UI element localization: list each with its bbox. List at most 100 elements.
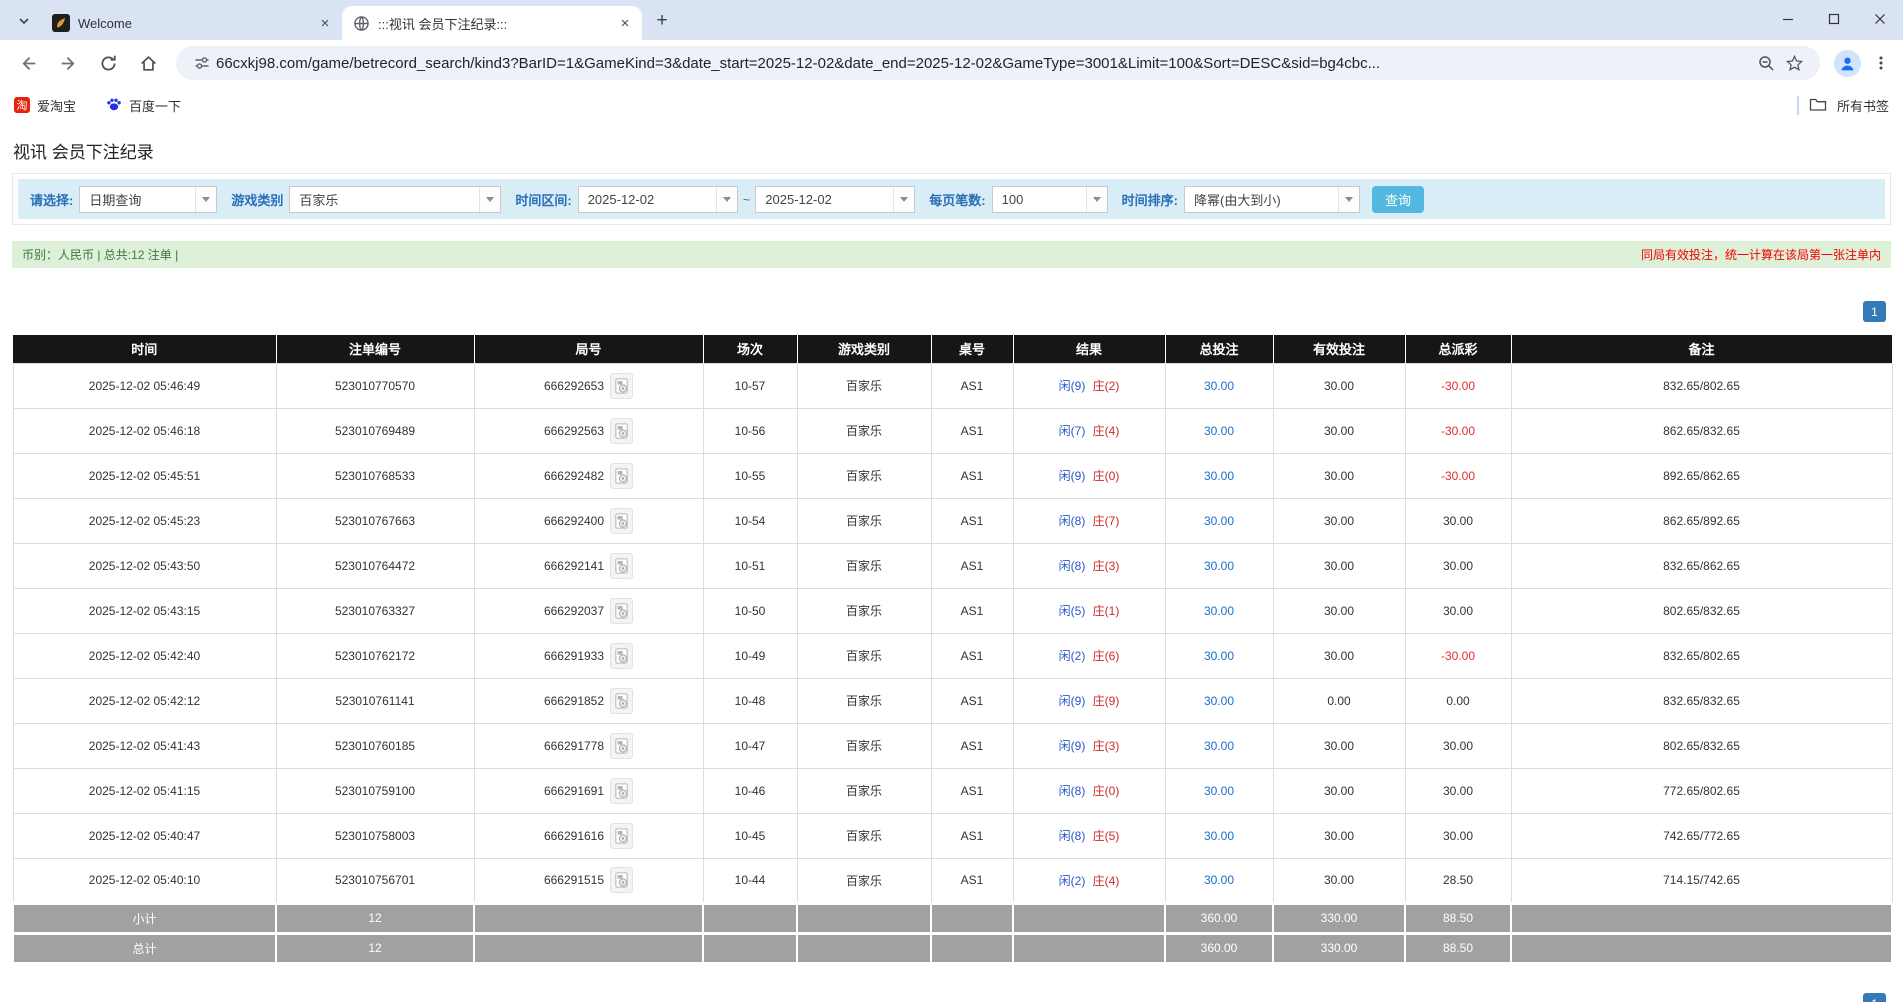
- tab-search-chevron-down-icon[interactable]: [10, 7, 38, 35]
- site-settings-sliders-icon[interactable]: [188, 49, 216, 77]
- baidu-paw-icon: [106, 96, 122, 115]
- cell-note: 714.15/742.65: [1511, 858, 1892, 903]
- cell-payout: -30.00: [1405, 363, 1511, 408]
- page-size-select[interactable]: 100: [992, 186, 1108, 213]
- cell-payout: -30.00: [1405, 408, 1511, 453]
- maximize-button[interactable]: [1811, 0, 1857, 38]
- cell-table-no: AS1: [931, 633, 1013, 678]
- cell-table-no: AS1: [931, 498, 1013, 543]
- chevron-down-icon[interactable]: [716, 187, 737, 212]
- cell-table-no: AS1: [931, 363, 1013, 408]
- col-game-type: 游戏类别: [797, 335, 931, 363]
- bookmarks-bar: 淘 爱淘宝 百度一下 所有书签: [0, 86, 1903, 124]
- cell-total-bet-link[interactable]: 30.00: [1165, 498, 1273, 543]
- pagination-page-1[interactable]: 1: [1863, 301, 1886, 322]
- chevron-down-icon[interactable]: [893, 187, 914, 212]
- window-controls: [1765, 0, 1903, 38]
- cell-bet-id: 523010769489: [276, 408, 474, 453]
- chevron-down-icon[interactable]: [1338, 187, 1359, 212]
- cell-table-no: AS1: [931, 543, 1013, 588]
- pagination-bottom-page-1[interactable]: 1: [1863, 993, 1886, 1002]
- zoom-out-icon[interactable]: [1752, 49, 1780, 77]
- subtotal-label: 小计: [13, 903, 276, 933]
- video-replay-icon[interactable]: [610, 418, 633, 444]
- chevron-down-icon[interactable]: [1086, 187, 1107, 212]
- cell-total-bet-link[interactable]: 30.00: [1165, 678, 1273, 723]
- tab-close-icon[interactable]: ×: [616, 14, 634, 32]
- all-bookmarks-label[interactable]: 所有书签: [1837, 96, 1889, 115]
- video-replay-icon[interactable]: [610, 553, 633, 579]
- url-text[interactable]: 66cxkj98.com/game/betrecord_search/kind3…: [216, 55, 1752, 72]
- bookmark-baidu[interactable]: 百度一下: [106, 96, 181, 115]
- cell-valid-bet: 30.00: [1273, 453, 1405, 498]
- cell-total-bet-link[interactable]: 30.00: [1165, 813, 1273, 858]
- chevron-down-icon[interactable]: [479, 187, 500, 212]
- cell-valid-bet: 30.00: [1273, 543, 1405, 588]
- cell-total-bet-link[interactable]: 30.00: [1165, 543, 1273, 588]
- cell-time: 2025-12-02 05:43:50: [13, 543, 276, 588]
- cell-total-bet-link[interactable]: 30.00: [1165, 453, 1273, 498]
- cell-total-bet-link[interactable]: 30.00: [1165, 723, 1273, 768]
- result-player: 闲(5): [1059, 604, 1086, 618]
- tab-welcome[interactable]: Welcome ×: [42, 6, 342, 40]
- back-icon[interactable]: [11, 46, 45, 80]
- video-replay-icon[interactable]: [610, 373, 633, 399]
- video-replay-icon[interactable]: [610, 688, 633, 714]
- cell-total-bet-link[interactable]: 30.00: [1165, 408, 1273, 453]
- video-replay-icon[interactable]: [610, 598, 633, 624]
- cell-total-bet-link[interactable]: 30.00: [1165, 363, 1273, 408]
- reload-icon[interactable]: [91, 46, 125, 80]
- cell-bet-id: 523010764472: [276, 543, 474, 588]
- tab-close-icon[interactable]: ×: [316, 14, 334, 32]
- cell-total-bet-link[interactable]: 30.00: [1165, 633, 1273, 678]
- col-valid-bet: 有效投注: [1273, 335, 1405, 363]
- tab-betrecord[interactable]: :::视讯 会员下注纪录::: ×: [342, 6, 642, 40]
- profile-avatar[interactable]: [1834, 50, 1861, 77]
- cell-session: 10-56: [703, 408, 797, 453]
- bookmark-star-icon[interactable]: [1780, 49, 1808, 77]
- minimize-button[interactable]: [1765, 0, 1811, 38]
- folder-icon: [1809, 96, 1827, 115]
- cell-session: 10-55: [703, 453, 797, 498]
- cell-time: 2025-12-02 05:45:23: [13, 498, 276, 543]
- filter-panel: 请选择: 日期查询 游戏类别 百家乐 时间区间: 2025-12-02 ~ 20…: [12, 173, 1891, 225]
- chevron-down-icon[interactable]: [195, 187, 216, 212]
- cell-table-no: AS1: [931, 858, 1013, 903]
- sort-select[interactable]: 降幂(由大到小): [1184, 186, 1360, 213]
- new-tab-button[interactable]: +: [648, 7, 676, 35]
- close-window-button[interactable]: [1857, 0, 1903, 38]
- cell-total-bet-link[interactable]: 30.00: [1165, 588, 1273, 633]
- query-type-select[interactable]: 日期查询: [79, 186, 217, 213]
- cell-note: 862.65/832.65: [1511, 408, 1892, 453]
- bookmark-label: 百度一下: [129, 96, 181, 115]
- address-bar[interactable]: 66cxkj98.com/game/betrecord_search/kind3…: [176, 46, 1820, 80]
- video-replay-icon[interactable]: [610, 867, 633, 893]
- game-type-select[interactable]: 百家乐: [289, 186, 501, 213]
- col-round-id: 局号: [474, 335, 703, 363]
- browser-tab-strip: Welcome × :::视讯 会员下注纪录::: × +: [0, 0, 1903, 40]
- cell-note: 742.65/772.65: [1511, 813, 1892, 858]
- video-replay-icon[interactable]: [610, 508, 633, 534]
- result-player: 闲(9): [1059, 694, 1086, 708]
- table-row: 2025-12-02 05:45:23 523010767663 6662924…: [13, 498, 1892, 543]
- browser-menu-dots-icon[interactable]: [1867, 49, 1895, 77]
- video-replay-icon[interactable]: [610, 778, 633, 804]
- video-replay-icon[interactable]: [610, 643, 633, 669]
- video-replay-icon[interactable]: [610, 463, 633, 489]
- cell-table-no: AS1: [931, 408, 1013, 453]
- video-replay-icon[interactable]: [610, 733, 633, 759]
- cell-round-id: 666291778: [474, 723, 703, 768]
- cell-total-bet-link[interactable]: 30.00: [1165, 768, 1273, 813]
- total-count: 12: [276, 933, 474, 963]
- date-start-input[interactable]: 2025-12-02: [578, 186, 738, 213]
- video-replay-icon[interactable]: [610, 823, 633, 849]
- query-button[interactable]: 查询: [1372, 186, 1424, 213]
- result-banker: 庄(4): [1093, 424, 1120, 438]
- forward-icon[interactable]: [51, 46, 85, 80]
- bookmark-taobao[interactable]: 淘 爱淘宝: [14, 96, 76, 115]
- cell-bet-id: 523010758003: [276, 813, 474, 858]
- home-icon[interactable]: [131, 46, 165, 80]
- cell-total-bet-link[interactable]: 30.00: [1165, 858, 1273, 903]
- cell-round-id: 666292482: [474, 453, 703, 498]
- date-end-input[interactable]: 2025-12-02: [755, 186, 915, 213]
